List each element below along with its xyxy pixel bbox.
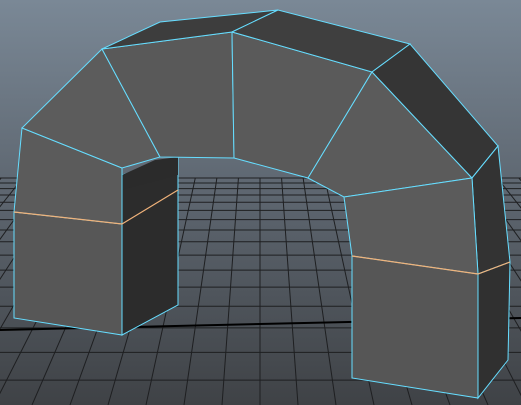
left-pillar-lower-face[interactable] xyxy=(13,211,123,336)
viewport-3d[interactable] xyxy=(0,0,521,405)
scene-canvas[interactable] xyxy=(0,0,521,405)
right-pillar-lower-face[interactable] xyxy=(351,255,479,399)
